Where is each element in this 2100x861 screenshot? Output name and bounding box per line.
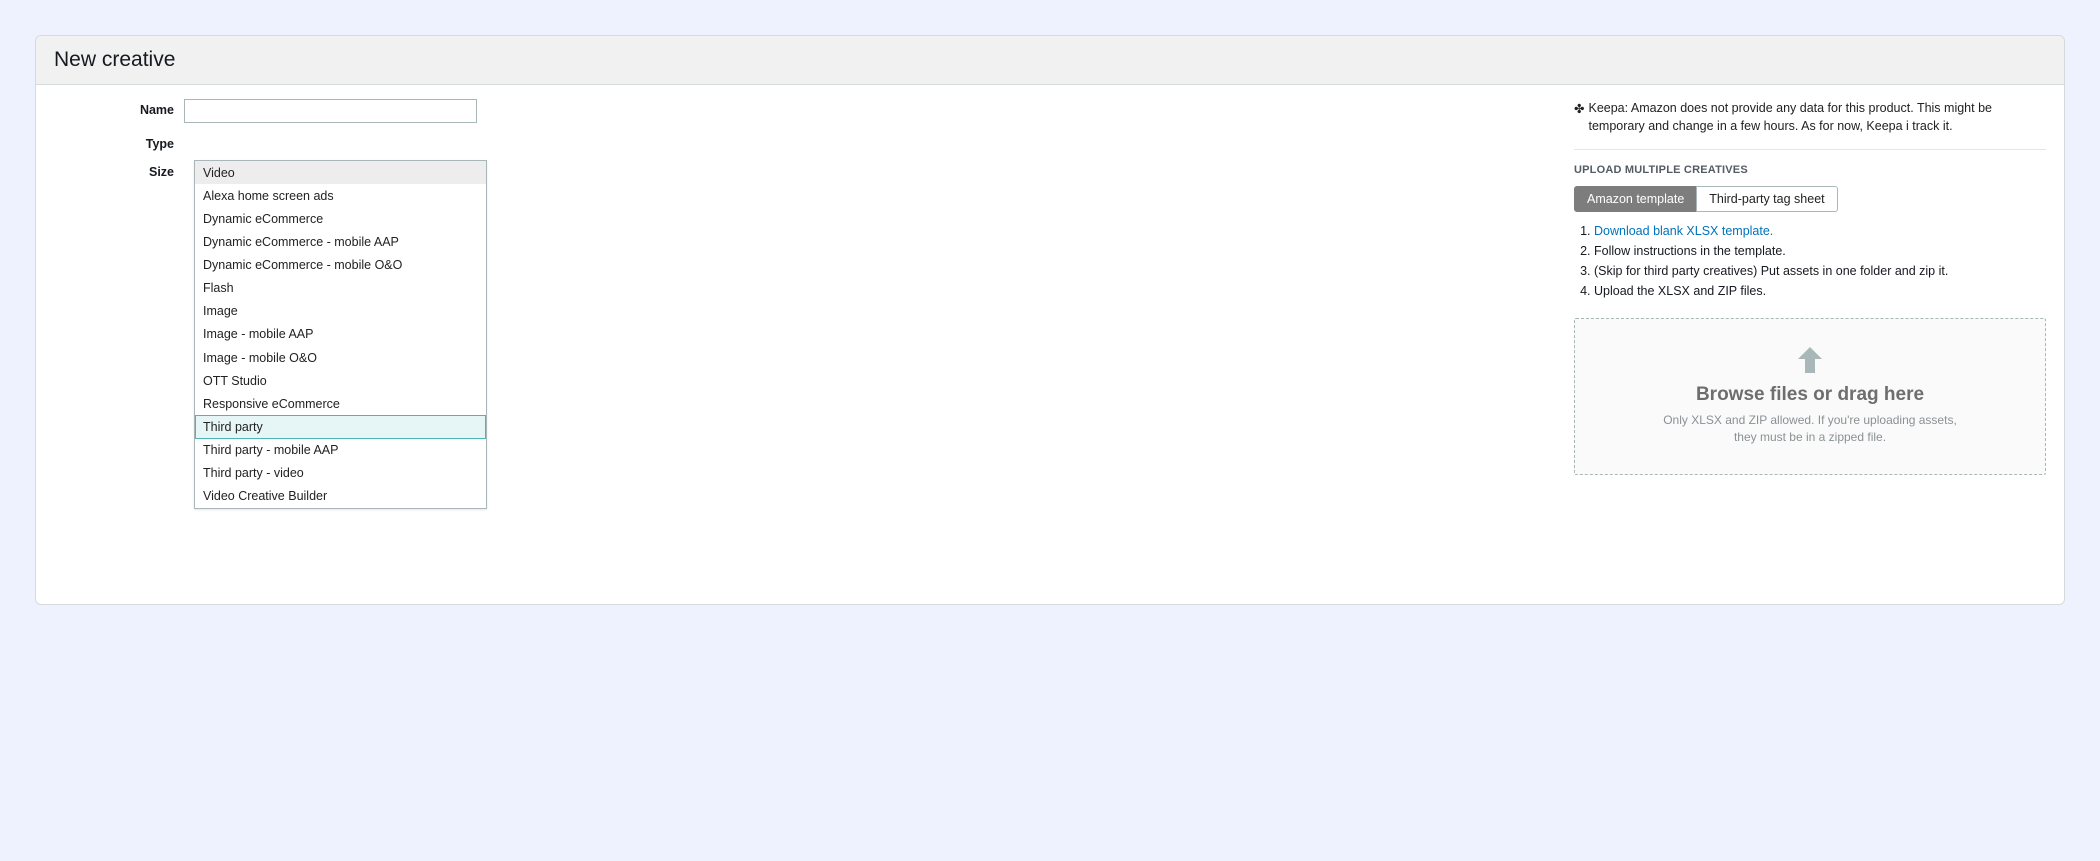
form-area: Name Type VideoAlexa home screen adsDyna… [54,99,1534,475]
type-option[interactable]: Dynamic eCommerce - mobile O&O [195,254,486,277]
type-option[interactable]: Responsive eCommerce [195,392,486,415]
type-option[interactable]: Flash [195,277,486,300]
type-option[interactable]: Dynamic eCommerce - mobile AAP [195,230,486,253]
dropzone-subtitle: Only XLSX and ZIP allowed. If you're upl… [1655,412,1965,446]
file-dropzone[interactable]: Browse files or drag here Only XLSX and … [1574,318,2046,475]
page-title: New creative [36,36,2064,85]
keepa-text: Keepa: Amazon does not provide any data … [1588,99,2046,135]
type-option[interactable]: Third party [195,415,486,438]
type-option[interactable]: Video [195,161,486,184]
keepa-note: ✤ Keepa: Amazon does not provide any dat… [1574,99,2046,135]
keepa-icon: ✤ [1574,100,1584,135]
type-option[interactable]: OTT Studio [195,369,486,392]
tab-third-party-tag-sheet[interactable]: Third-party tag sheet [1696,186,1837,212]
upload-icon [1798,347,1822,373]
new-creative-card: New creative Name Type VideoAlexa home s… [35,35,2065,605]
type-option[interactable]: Image - mobile AAP [195,323,486,346]
size-label: Size [54,161,184,179]
template-tabs: Amazon template Third-party tag sheet [1574,186,1838,212]
dropzone-title: Browse files or drag here [1595,384,2025,406]
step-2: Follow instructions in the template. [1594,244,2046,258]
type-dropdown[interactable]: VideoAlexa home screen adsDynamic eComme… [194,160,487,509]
type-option[interactable]: Image [195,300,486,323]
type-label: Type [54,133,184,151]
type-option[interactable]: Image - mobile O&O [195,346,486,369]
upload-section-title: UPLOAD MULTIPLE CREATIVES [1574,164,2046,176]
tab-amazon-template[interactable]: Amazon template [1574,186,1697,212]
name-input[interactable] [184,99,477,123]
type-option[interactable]: Video Creative Builder [195,485,486,508]
step-3: (Skip for third party creatives) Put ass… [1594,264,2046,278]
step-1: Download blank XLSX template. [1594,224,2046,238]
type-option[interactable]: Third party - video [195,462,486,485]
step-4: Upload the XLSX and ZIP files. [1594,284,2046,298]
upload-panel: ✤ Keepa: Amazon does not provide any dat… [1574,99,2046,475]
name-label: Name [54,99,184,117]
upload-steps: Download blank XLSX template. Follow ins… [1574,224,2046,298]
divider [1574,149,2046,150]
download-template-link[interactable]: Download blank XLSX template. [1594,224,1773,238]
type-option[interactable]: Alexa home screen ads [195,184,486,207]
type-option[interactable]: Third party - mobile AAP [195,439,486,462]
type-option[interactable]: Dynamic eCommerce [195,207,486,230]
